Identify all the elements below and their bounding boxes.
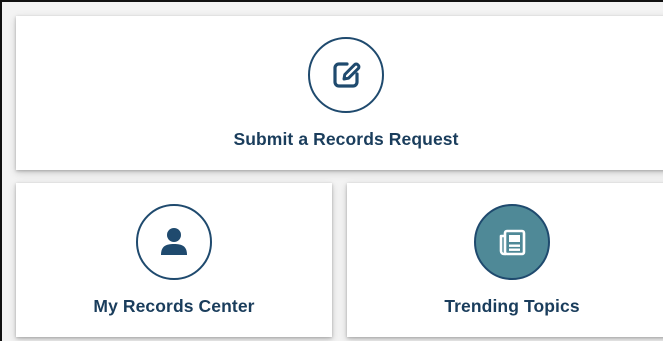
submit-records-request-card[interactable]: Submit a Records Request xyxy=(16,16,663,170)
my-records-center-label: My Records Center xyxy=(93,295,255,316)
newspaper-icon xyxy=(474,203,550,280)
my-records-center-card[interactable]: My Records Center xyxy=(16,183,332,337)
trending-topics-label: Trending Topics xyxy=(444,295,580,316)
trending-topics-card[interactable]: Trending Topics xyxy=(347,183,663,337)
edit-icon xyxy=(308,36,384,113)
user-icon xyxy=(136,203,212,280)
submit-records-request-label: Submit a Records Request xyxy=(233,128,459,149)
